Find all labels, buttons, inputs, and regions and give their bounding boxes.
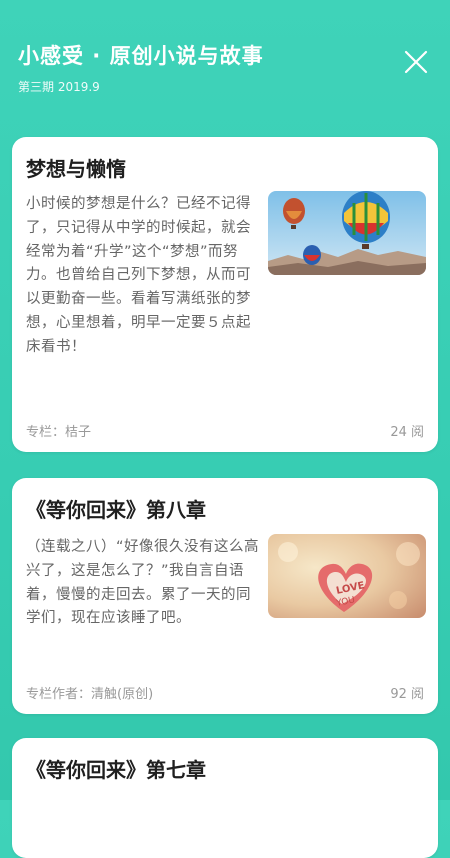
close-icon xyxy=(404,50,428,74)
article-title: 《等你回来》第七章 xyxy=(26,758,206,782)
article-excerpt: （连载之八）“好像很久没有这么高兴了，这是怎么了？”我自言自语着，慢慢的走回去。… xyxy=(26,539,260,627)
article-card[interactable]: 梦想与懒惰 小时候的梦想是什么？已经不记得了，只记得从中学的时候起，就会经常为着… xyxy=(12,137,438,452)
read-count: 92 阅 xyxy=(390,687,424,702)
article-meta: 专栏：桔子 24 阅 xyxy=(26,421,424,440)
read-count: 24 阅 xyxy=(390,425,424,440)
article-thumbnail xyxy=(268,191,426,275)
article-title: 《等你回来》第八章 xyxy=(26,498,206,522)
author-label: 专栏：桔子 xyxy=(26,425,92,440)
love-heart-image: LOVE YOU xyxy=(268,534,426,618)
article-meta: 专栏作者：清触(原创) 92 阅 xyxy=(26,683,424,702)
close-button[interactable] xyxy=(402,48,430,76)
hot-air-balloon-image xyxy=(268,191,426,275)
author-label: 专栏作者：清触(原创) xyxy=(26,687,154,702)
header: 小感受 · 原创小说与故事 第三期 2019.9 xyxy=(18,40,432,120)
article-card[interactable]: 《等你回来》第七章 xyxy=(12,738,438,858)
article-card[interactable]: 《等你回来》第八章 （连载之八）“好像很久没有这么高兴了，这是怎么了？”我自言自… xyxy=(12,478,438,714)
article-thumbnail: LOVE YOU xyxy=(268,534,426,618)
article-title: 梦想与懒惰 xyxy=(26,157,126,181)
issue-label: 第三期 2019.9 xyxy=(18,80,100,94)
page-title: 小感受 · 原创小说与故事 xyxy=(18,44,264,68)
article-excerpt: 小时候的梦想是什么？已经不记得了，只记得从中学的时候起，就会经常为着“升学”这个… xyxy=(26,196,251,355)
